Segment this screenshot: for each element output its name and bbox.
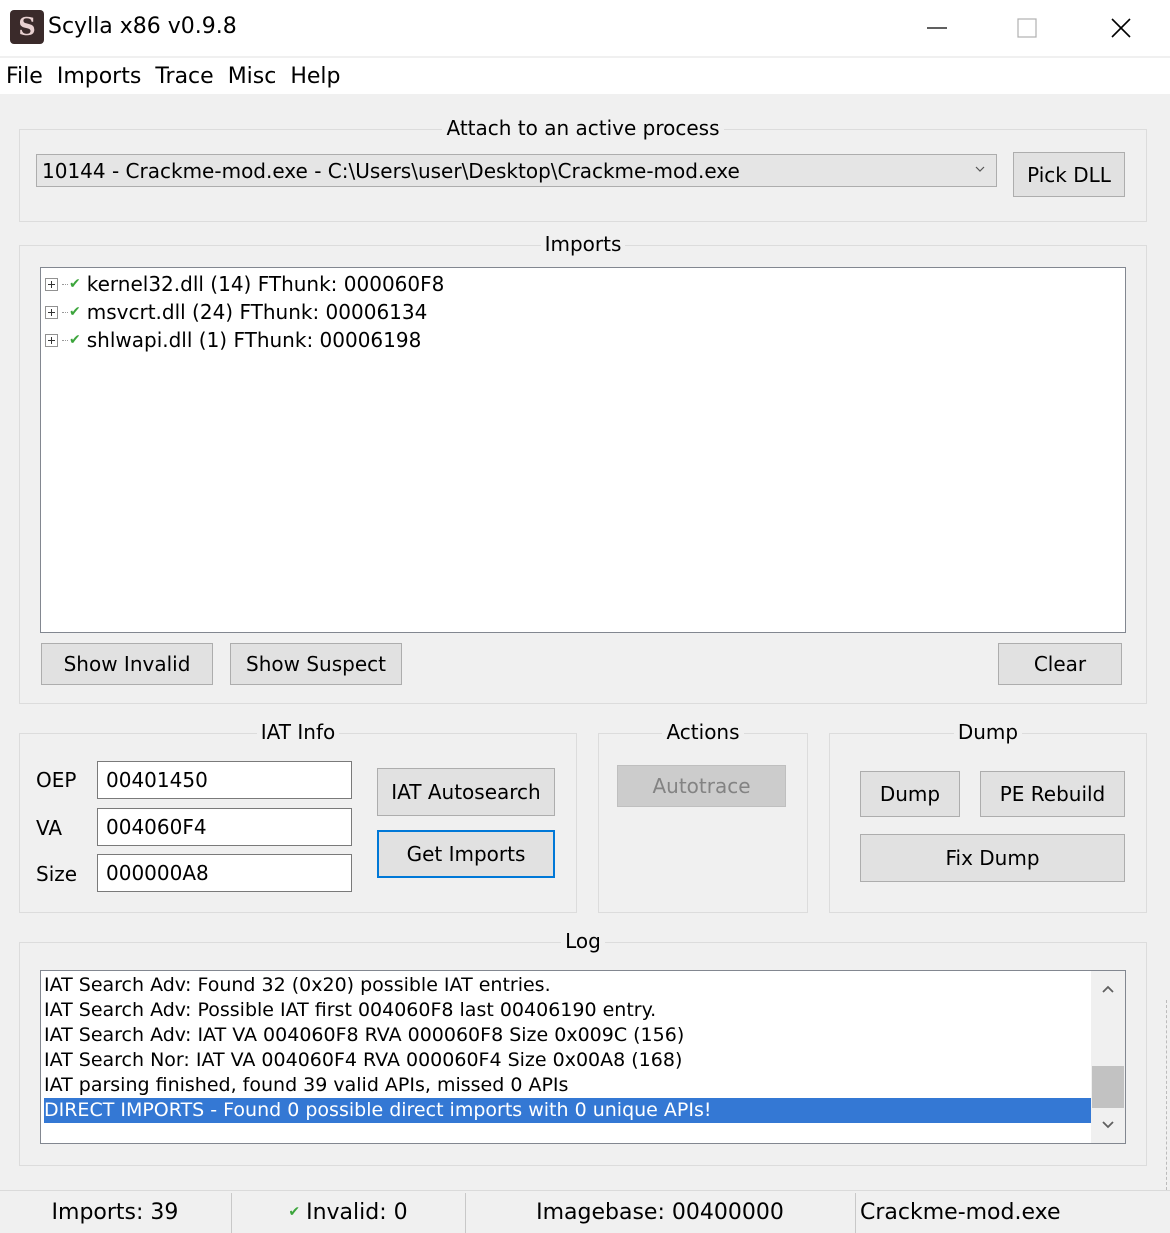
close-icon [1111, 18, 1131, 38]
scylla-app-icon: S [10, 10, 44, 44]
pe-rebuild-button[interactable]: PE Rebuild [980, 771, 1125, 817]
tree-item-msvcrt[interactable]: ✔ msvcrt.dll (24) FThunk: 00006134 [45, 298, 427, 326]
process-select-value: 10144 - Crackme-mod.exe - C:\Users\user\… [42, 158, 740, 183]
autotrace-button: Autotrace [617, 765, 786, 807]
show-invalid-button[interactable]: Show Invalid [41, 643, 213, 685]
va-input[interactable] [97, 808, 352, 846]
log-list[interactable]: IAT Search Adv: Found 32 (0x20) possible… [40, 970, 1126, 1144]
status-bar: Imports: 39 ✔ Invalid: 0 Imagebase: 0040… [0, 1190, 1170, 1233]
status-module: Crackme-mod.exe [860, 1199, 1061, 1225]
attach-group-title: Attach to an active process [442, 116, 724, 140]
menu-bar: File Imports Trace Misc Help [0, 58, 1170, 94]
log-line[interactable]: IAT Search Adv: Found 32 (0x20) possible… [44, 973, 1091, 998]
tree-item-label: kernel32.dll (14) FThunk: 000060F8 [86, 272, 445, 296]
log-line-selected[interactable]: DIRECT IMPORTS - Found 0 possible direct… [44, 1098, 1091, 1123]
expand-icon[interactable] [45, 333, 58, 347]
size-label: Size [36, 862, 78, 886]
menu-misc[interactable]: Misc [221, 64, 284, 89]
size-input[interactable] [97, 854, 352, 892]
log-line[interactable]: IAT Search Nor: IAT VA 004060F4 RVA 0000… [44, 1048, 1091, 1073]
expand-icon[interactable] [45, 277, 58, 291]
scroll-up-button[interactable] [1091, 971, 1125, 1007]
actions-group: Actions [598, 720, 808, 913]
maximize-icon [1017, 18, 1037, 38]
maximize-button [980, 0, 1074, 56]
tree-item-label: msvcrt.dll (24) FThunk: 00006134 [86, 300, 428, 324]
valid-check-icon: ✔ [288, 1204, 301, 1220]
close-button[interactable] [1074, 0, 1168, 56]
chevron-down-icon [1102, 1121, 1114, 1129]
oep-label: OEP [36, 768, 77, 792]
status-imports: Imports: 39 [51, 1199, 179, 1225]
imports-group-title: Imports [540, 232, 626, 256]
dump-button[interactable]: Dump [860, 771, 960, 817]
show-suspect-button[interactable]: Show Suspect [230, 643, 402, 685]
menu-trace[interactable]: Trace [148, 64, 220, 89]
window-title: Scylla x86 v0.9.8 [48, 14, 237, 39]
menu-help[interactable]: Help [283, 64, 347, 89]
imports-tree[interactable]: ✔ kernel32.dll (14) FThunk: 000060F8 ✔ m… [40, 267, 1126, 633]
oep-input[interactable] [97, 761, 352, 799]
log-line[interactable]: IAT Search Adv: IAT VA 004060F8 RVA 0000… [44, 1023, 1091, 1048]
dump-group-title: Dump [953, 720, 1023, 744]
expand-icon[interactable] [45, 305, 58, 319]
valid-check-icon: ✔ [69, 332, 81, 348]
actions-group-title: Actions [662, 720, 744, 744]
minimize-button[interactable] [890, 0, 984, 56]
clear-button[interactable]: Clear [998, 643, 1122, 685]
minimize-icon [927, 27, 947, 29]
menu-imports[interactable]: Imports [50, 64, 148, 89]
iat-autosearch-button[interactable]: IAT Autosearch [377, 768, 555, 816]
status-imagebase: Imagebase: 00400000 [536, 1199, 784, 1225]
process-select[interactable]: 10144 - Crackme-mod.exe - C:\Users\user\… [36, 154, 997, 187]
pick-dll-button[interactable]: Pick DLL [1013, 152, 1125, 197]
menu-file[interactable]: File [0, 64, 50, 89]
scroll-down-button[interactable] [1091, 1107, 1125, 1143]
dump-group: Dump [829, 720, 1147, 913]
tree-item-shlwapi[interactable]: ✔ shlwapi.dll (1) FThunk: 00006198 [45, 326, 421, 354]
va-label: VA [36, 816, 63, 840]
log-group-title: Log [561, 929, 605, 953]
scroll-thumb[interactable] [1092, 1066, 1124, 1108]
fix-dump-button[interactable]: Fix Dump [860, 834, 1125, 882]
iat-info-group-title: IAT Info [256, 720, 340, 744]
window-edge [1166, 1000, 1167, 1190]
valid-check-icon: ✔ [69, 304, 81, 320]
log-line[interactable]: IAT parsing finished, found 39 valid API… [44, 1073, 1091, 1098]
log-line[interactable]: IAT Search Adv: Possible IAT first 00406… [44, 998, 1091, 1023]
chevron-down-icon [975, 166, 985, 172]
chevron-up-icon [1102, 985, 1114, 993]
tree-item-label: shlwapi.dll (1) FThunk: 00006198 [86, 328, 422, 352]
status-invalid: ✔ Invalid: 0 [232, 1191, 464, 1233]
get-imports-button[interactable]: Get Imports [377, 830, 555, 878]
status-invalid-text: Invalid: 0 [306, 1199, 408, 1225]
log-scrollbar[interactable] [1091, 971, 1125, 1143]
valid-check-icon: ✔ [69, 276, 81, 292]
tree-item-kernel32[interactable]: ✔ kernel32.dll (14) FThunk: 000060F8 [45, 270, 444, 298]
